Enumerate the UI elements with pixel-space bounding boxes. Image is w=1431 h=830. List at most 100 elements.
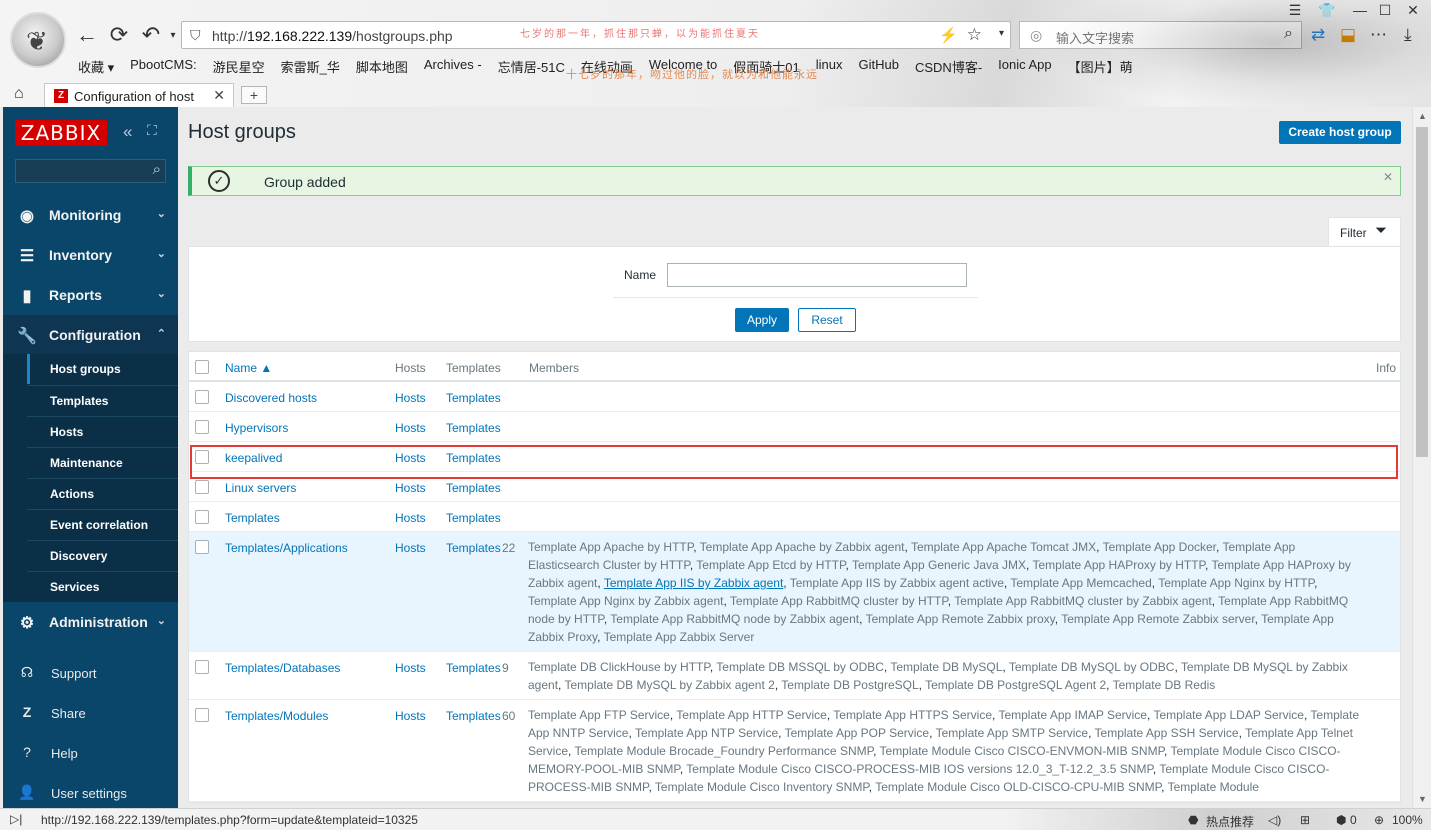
member-template-link[interactable]: Template App NTP Service bbox=[635, 726, 778, 740]
download-icon[interactable]: ⤓ bbox=[1404, 25, 1412, 45]
row-checkbox[interactable] bbox=[195, 708, 209, 722]
hosts-link[interactable]: Hosts bbox=[395, 391, 426, 405]
address-url[interactable]: http://192.168.222.139/hostgroups.php bbox=[212, 28, 453, 44]
hosts-link[interactable]: Hosts bbox=[395, 661, 426, 675]
menu-reports[interactable]: ▮ Reports ⌄ bbox=[3, 275, 178, 315]
screenshot-icon[interactable]: ⊞ bbox=[1300, 813, 1310, 827]
speaker-icon[interactable]: ◁) bbox=[1268, 813, 1281, 827]
column-name[interactable]: Name ▲ bbox=[225, 361, 272, 375]
bookmark-item[interactable]: 游民星空 bbox=[213, 57, 265, 77]
member-template-link[interactable]: Template App Apache by Zabbix agent bbox=[700, 540, 905, 554]
member-template-link[interactable]: Template App Nginx by Zabbix agent bbox=[528, 594, 723, 608]
filter-tab[interactable]: Filter ⏷ bbox=[1328, 217, 1401, 247]
hot-news-label[interactable]: 热点推荐 bbox=[1206, 813, 1254, 830]
bookmark-item[interactable]: Ionic App bbox=[998, 57, 1052, 77]
hosts-link[interactable]: Hosts bbox=[395, 421, 426, 435]
hosts-link[interactable]: Hosts bbox=[395, 709, 426, 723]
member-template-link[interactable]: Template App RabbitMQ cluster by HTTP bbox=[730, 594, 948, 608]
templates-link[interactable]: Templates bbox=[446, 511, 501, 525]
templates-link[interactable]: Templates bbox=[446, 481, 501, 495]
skin-icon[interactable]: 👕 bbox=[1316, 2, 1338, 19]
member-template-link[interactable]: Template App IIS by Zabbix agent active bbox=[790, 576, 1004, 590]
bookmark-item[interactable]: 收藏 ▾ bbox=[78, 57, 114, 77]
zoom-icon[interactable]: ⊕ bbox=[1374, 813, 1384, 827]
scroll-thumb[interactable] bbox=[1416, 127, 1428, 457]
member-template-link[interactable]: Template App LDAP Service bbox=[1153, 708, 1304, 722]
bookmark-item[interactable]: CSDN博客- bbox=[915, 57, 982, 77]
submenu-host-groups[interactable]: Host groups bbox=[27, 354, 178, 384]
submenu-actions[interactable]: Actions bbox=[27, 478, 178, 508]
scroll-up-icon[interactable]: ▲ bbox=[1418, 111, 1427, 121]
reset-button[interactable]: Reset bbox=[798, 308, 856, 332]
translate-icon[interactable]: ⇄ bbox=[1311, 25, 1325, 45]
member-template-link[interactable]: Template Module Cisco CISCO-PROCESS-MIB … bbox=[686, 762, 1153, 776]
share-link[interactable]: Z Share bbox=[3, 695, 178, 731]
host-group-link[interactable]: Templates bbox=[225, 511, 280, 525]
submenu-templates[interactable]: Templates bbox=[27, 385, 178, 415]
templates-link[interactable]: Templates bbox=[446, 451, 501, 465]
member-template-link[interactable]: Template App RabbitMQ node by Zabbix age… bbox=[610, 612, 859, 626]
home-icon[interactable]: ⌂ bbox=[14, 85, 24, 103]
host-group-link[interactable]: Templates/Modules bbox=[225, 709, 328, 723]
help-link[interactable]: ? Help bbox=[3, 735, 178, 771]
member-template-link[interactable]: Template App Apache Tomcat JMX bbox=[911, 540, 1096, 554]
member-template-link[interactable]: Template App Nginx by HTTP bbox=[1158, 576, 1314, 590]
member-template-link[interactable]: Template App Generic Java JMX bbox=[852, 558, 1026, 572]
row-checkbox[interactable] bbox=[195, 420, 209, 434]
hosts-link[interactable]: Hosts bbox=[395, 541, 426, 555]
member-template-link[interactable]: Template App SSH Service bbox=[1095, 726, 1239, 740]
browser-tab-active[interactable]: Z Configuration of host ✕ bbox=[44, 83, 234, 107]
bookmark-item[interactable]: GitHub bbox=[859, 57, 899, 77]
sidebar-toggle-icon[interactable]: ▷| bbox=[10, 812, 22, 826]
search-icon[interactable]: ⌕ bbox=[1284, 25, 1293, 43]
member-template-link[interactable]: Template App Memcached bbox=[1010, 576, 1151, 590]
member-template-link[interactable]: Template App Etcd by HTTP bbox=[696, 558, 845, 572]
member-template-link[interactable]: Template App POP Service bbox=[785, 726, 930, 740]
member-template-link[interactable]: Template App Zabbix Server bbox=[604, 630, 755, 644]
sidebar-search-input[interactable]: ⌕ bbox=[15, 159, 166, 183]
host-group-link[interactable]: Templates/Applications bbox=[225, 541, 348, 555]
member-template-link[interactable]: Template App Remote Zabbix proxy bbox=[866, 612, 1055, 626]
browser-avatar[interactable]: ❦ bbox=[10, 12, 66, 68]
minimize-icon[interactable]: — bbox=[1349, 2, 1371, 18]
member-template-link[interactable]: Template Module Brocade_Foundry Performa… bbox=[574, 744, 873, 758]
member-template-link[interactable]: Template App FTP Service bbox=[528, 708, 670, 722]
search-engine-icon[interactable]: ◎ bbox=[1030, 27, 1042, 44]
filter-name-input[interactable] bbox=[667, 263, 967, 287]
submenu-discovery[interactable]: Discovery bbox=[27, 540, 178, 570]
maximize-icon[interactable]: ☐ bbox=[1374, 2, 1396, 19]
row-checkbox[interactable] bbox=[195, 450, 209, 464]
member-template-link[interactable]: Template App HTTPS Service bbox=[833, 708, 992, 722]
member-template-link[interactable]: Template App RabbitMQ cluster by Zabbix … bbox=[954, 594, 1211, 608]
apply-button[interactable]: Apply bbox=[735, 308, 789, 332]
member-template-link[interactable]: Template Module Cisco CISCO-ENVMON-MIB S… bbox=[880, 744, 1165, 758]
member-template-link[interactable]: Template App IIS by Zabbix agent bbox=[604, 576, 783, 590]
create-host-group-button[interactable]: Create host group bbox=[1279, 121, 1401, 144]
submenu-maintenance[interactable]: Maintenance bbox=[27, 447, 178, 477]
star-icon[interactable]: ☆ bbox=[967, 25, 982, 45]
member-template-link[interactable]: Template App HTTP Service bbox=[676, 708, 827, 722]
bookmark-item[interactable]: 忘情居-51C bbox=[498, 57, 565, 77]
templates-link[interactable]: Templates bbox=[446, 541, 501, 555]
select-all-checkbox[interactable] bbox=[195, 360, 209, 374]
member-template-link[interactable]: Template DB Redis bbox=[1113, 678, 1216, 692]
member-template-link[interactable]: Template App HAProxy by HTTP bbox=[1032, 558, 1205, 572]
templates-link[interactable]: Templates bbox=[446, 391, 501, 405]
member-template-link[interactable]: Template DB MySQL by ODBC bbox=[1009, 660, 1175, 674]
member-template-link[interactable]: Template DB MySQL by Zabbix agent 2 bbox=[564, 678, 774, 692]
adblock-icon[interactable]: ⬢ bbox=[1336, 813, 1346, 827]
submenu-event-correlation[interactable]: Event correlation bbox=[27, 509, 178, 539]
bookmark-item[interactable]: linux bbox=[816, 57, 843, 77]
menu-icon[interactable]: ☰ bbox=[1284, 2, 1306, 19]
search-icon[interactable]: ⌕ bbox=[153, 161, 161, 178]
more-icon[interactable]: ⋯ bbox=[1370, 25, 1387, 45]
back-icon[interactable]: ← bbox=[74, 22, 100, 48]
member-template-link[interactable]: Template App Docker bbox=[1103, 540, 1216, 554]
row-checkbox[interactable] bbox=[195, 510, 209, 524]
submenu-services[interactable]: Services bbox=[27, 571, 178, 601]
close-icon[interactable]: ✕ bbox=[1383, 170, 1393, 184]
refresh-icon[interactable]: ⟳ bbox=[106, 22, 132, 48]
bookmark-item[interactable]: 【图片】萌 bbox=[1068, 57, 1133, 77]
bookmark-item[interactable]: 索雷斯_华 bbox=[281, 57, 340, 77]
hosts-link[interactable]: Hosts bbox=[395, 451, 426, 465]
